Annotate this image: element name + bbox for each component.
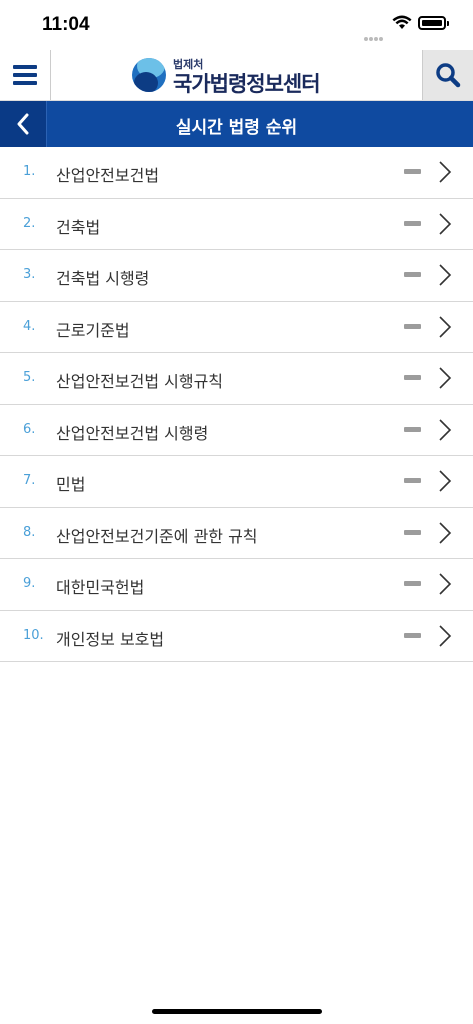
hamburger-icon-bar <box>13 73 37 77</box>
rank-unchanged-icon <box>404 375 421 380</box>
rank-number: 6. <box>23 421 36 437</box>
rank-unchanged-icon <box>404 529 421 535</box>
law-name: 건축법 <box>56 217 101 237</box>
wifi-icon <box>392 15 412 29</box>
chevron-right-icon <box>439 264 452 286</box>
list-item[interactable]: 9. 대한민국헌법 <box>0 559 473 611</box>
list-item[interactable]: 7. 민법 <box>0 456 473 508</box>
chevron-right-icon <box>439 212 452 235</box>
list-item[interactable]: 6. 산업안전보건법 시행령 <box>0 405 473 456</box>
rank-unchanged-icon <box>404 632 421 638</box>
search-icon <box>436 63 461 88</box>
home-indicator[interactable] <box>152 1009 322 1014</box>
law-name: 민법 <box>56 475 86 494</box>
rank-number: 3. <box>23 267 36 282</box>
rank-unchanged-icon <box>404 581 421 586</box>
law-name: 건축법 시행령 <box>56 269 150 288</box>
rank-unchanged-icon <box>404 478 421 483</box>
list-item[interactable]: 8. 산업안전보건기준에 관한 규칙 <box>0 508 473 559</box>
rank-unchanged-icon <box>404 169 421 174</box>
rank-number: 2. <box>23 215 36 231</box>
list-item[interactable]: 2. 건축법 <box>0 199 473 250</box>
menu-button[interactable] <box>0 50 51 100</box>
law-name: 근로기준법 <box>56 320 130 340</box>
rank-number: 8. <box>23 524 36 540</box>
chevron-right-icon <box>439 418 452 441</box>
list-item[interactable]: 4. 근로기준법 <box>0 302 473 353</box>
chevron-right-icon <box>439 367 452 389</box>
logo-emblem-icon <box>132 58 166 92</box>
law-ranking-list: 1. 산업안전보건법 2. 건축법 3. 건축법 시행령 4. 근로기준법 5.… <box>0 147 473 662</box>
rank-number: 1. <box>23 164 36 179</box>
chevron-right-icon <box>439 521 452 544</box>
chevron-right-icon <box>439 315 452 338</box>
chevron-right-icon <box>439 573 452 595</box>
app-header: 법제처 국가법령정보센터 <box>0 50 473 101</box>
rank-unchanged-icon <box>404 426 421 432</box>
rank-unchanged-icon <box>404 272 421 277</box>
rank-unchanged-icon <box>404 220 421 226</box>
page-title-bar: 실시간 법령 순위 <box>0 101 473 147</box>
app-logo[interactable]: 법제처 국가법령정보센터 <box>132 56 332 96</box>
cellular-signal-icon <box>364 26 386 41</box>
law-name: 개인정보 보호법 <box>56 629 165 649</box>
search-button[interactable] <box>422 50 473 100</box>
rank-number: 9. <box>23 576 36 591</box>
rank-number: 7. <box>23 473 36 488</box>
law-name: 산업안전보건법 시행령 <box>56 423 209 443</box>
chevron-right-icon <box>439 624 452 647</box>
rank-number: 4. <box>23 318 36 334</box>
hamburger-icon-bar <box>13 81 37 85</box>
status-time: 11:04 <box>42 14 90 35</box>
law-name: 산업안전보건법 <box>56 166 160 185</box>
page-title: 실시간 법령 순위 <box>175 118 298 138</box>
list-item[interactable]: 10. 개인정보 보호법 <box>0 611 473 662</box>
logo-title: 국가법령정보센터 <box>173 72 321 96</box>
rank-number: 10. <box>23 627 44 643</box>
rank-number: 5. <box>23 370 36 385</box>
list-item[interactable]: 5. 산업안전보건법 시행규칙 <box>0 353 473 405</box>
chevron-right-icon <box>439 470 452 492</box>
list-item[interactable]: 3. 건축법 시행령 <box>0 250 473 302</box>
rank-unchanged-icon <box>404 323 421 329</box>
law-name: 대한민국헌법 <box>56 578 145 597</box>
hamburger-icon-bar <box>13 65 37 69</box>
law-name: 산업안전보건법 시행규칙 <box>56 372 224 391</box>
law-name: 산업안전보건기준에 관한 규칙 <box>56 526 258 546</box>
list-item[interactable]: 1. 산업안전보건법 <box>0 147 473 199</box>
status-bar: 11:04 <box>0 0 473 50</box>
battery-icon <box>418 16 449 30</box>
chevron-right-icon <box>439 161 452 183</box>
